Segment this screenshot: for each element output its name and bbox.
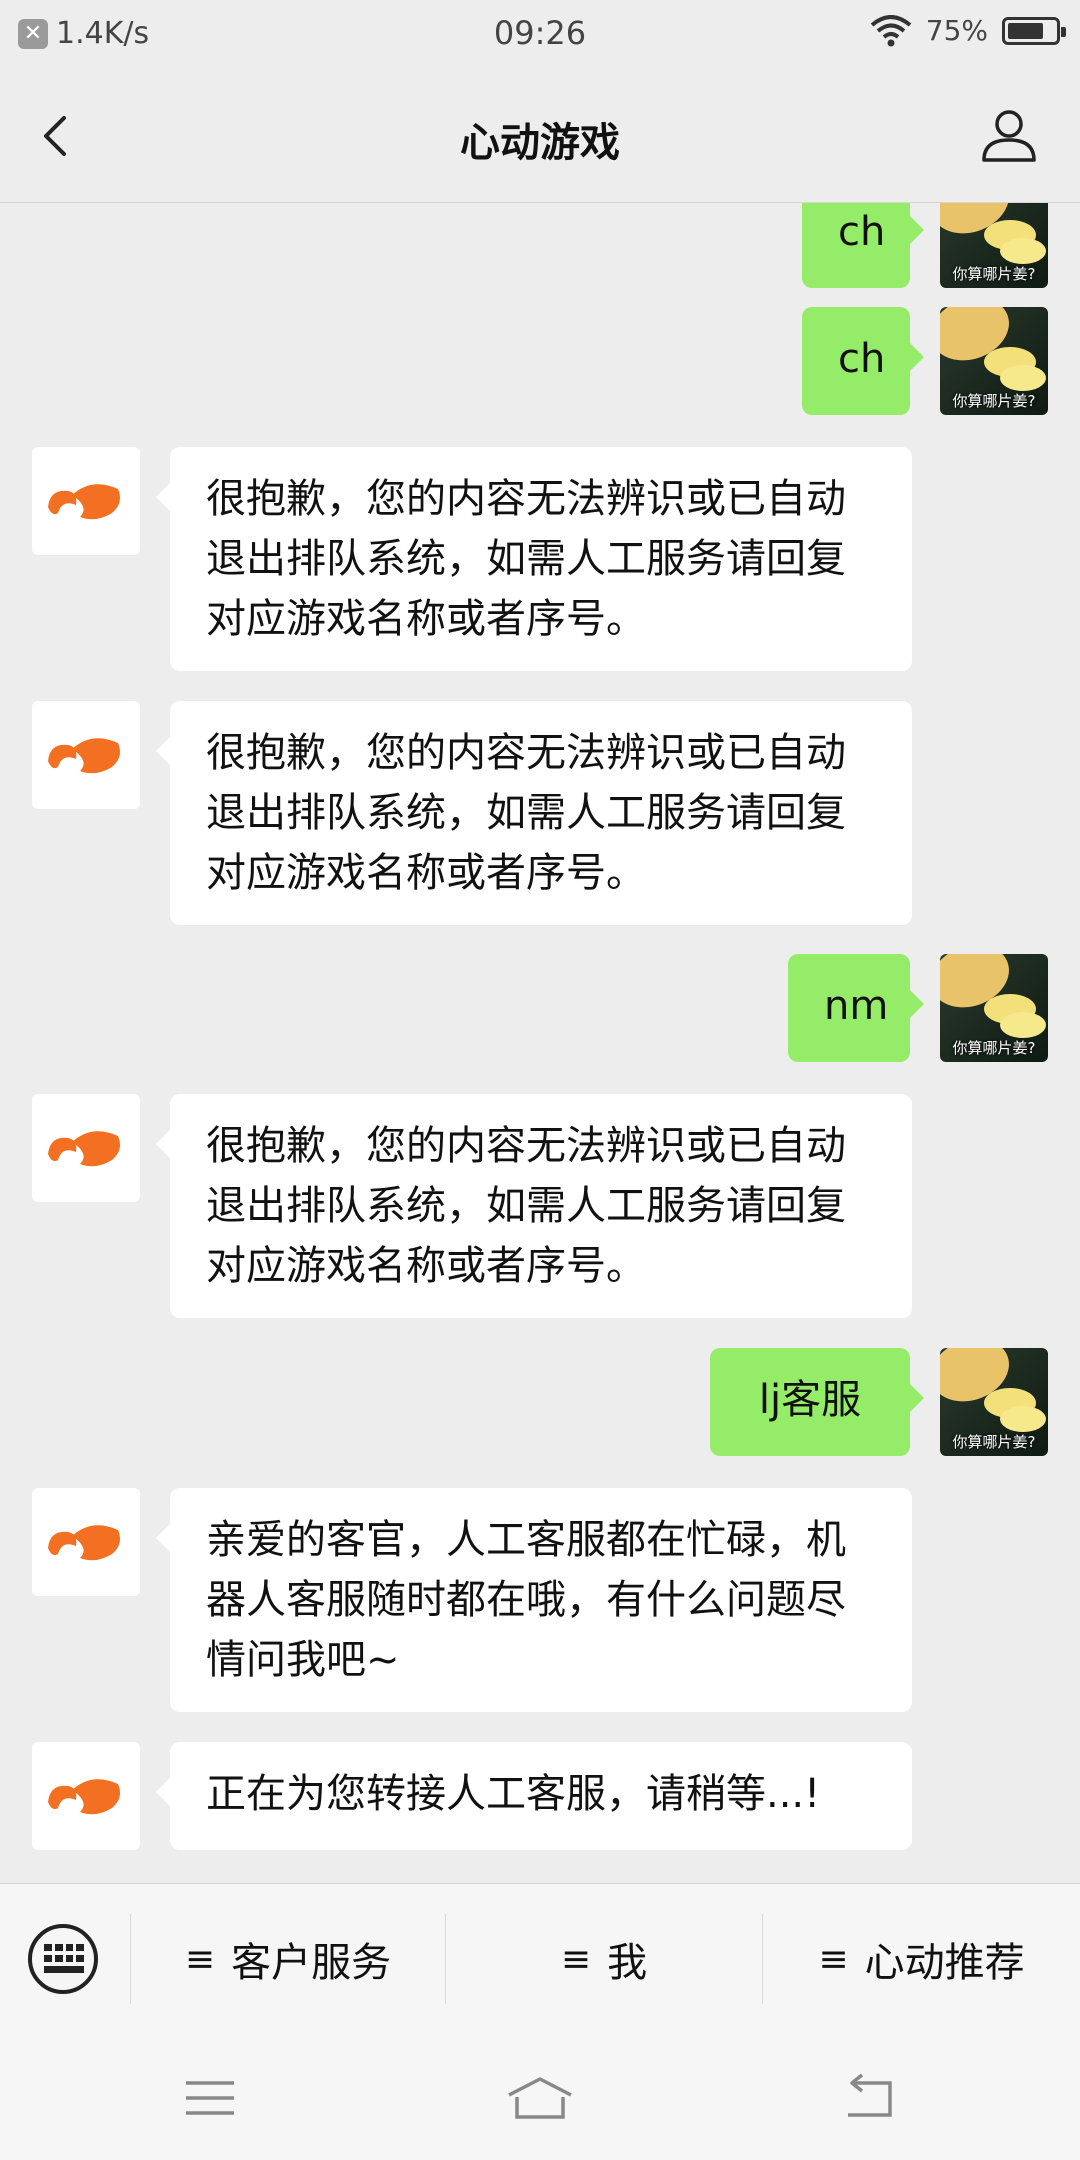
battery-icon	[1002, 16, 1066, 45]
status-right: 75%	[870, 14, 1066, 47]
message-bubble[interactable]: 很抱歉，您的内容无法辨识或已自动退出排队系统，如需人工服务请回复对应游戏名称或者…	[156, 447, 912, 671]
back-icon[interactable]	[840, 2073, 900, 2123]
chat-message: 很抱歉，您的内容无法辨识或已自动退出排队系统，如需人工服务请回复对应游戏名称或者…	[0, 701, 1080, 925]
bot-logo-icon	[48, 1779, 120, 1815]
keyboard-toggle-icon[interactable]	[28, 1924, 98, 1994]
user-avatar[interactable]: 你算哪片姜?	[940, 307, 1048, 415]
battery-fill	[1008, 22, 1043, 39]
profile-icon[interactable]	[978, 104, 1040, 166]
menu-list-icon: ≡	[184, 1938, 216, 1980]
chat-message: 正在为您转接人工客服，请稍等...!	[0, 1742, 1080, 1852]
wifi-icon	[870, 14, 912, 46]
avatar-caption: 你算哪片姜?	[952, 265, 1036, 283]
bot-avatar[interactable]	[32, 1094, 140, 1202]
chat-message: 很抱歉，您的内容无法辨识或已自动退出排队系统，如需人工服务请回复对应游戏名称或者…	[0, 447, 1080, 671]
chat-message: 你算哪片姜? ch	[0, 203, 1080, 300]
battery-percent: 75%	[925, 14, 988, 47]
message-bubble[interactable]: ch	[802, 307, 924, 415]
user-avatar[interactable]: 你算哪片姜?	[940, 1348, 1048, 1456]
bot-avatar[interactable]	[32, 1742, 140, 1850]
chat-message: 你算哪片姜? nm	[0, 954, 1080, 1074]
message-bubble[interactable]: ch	[802, 203, 924, 288]
system-nav-bar	[0, 2033, 1080, 2160]
message-bubble[interactable]: 很抱歉，您的内容无法辨识或已自动退出排队系统，如需人工服务请回复对应游戏名称或者…	[156, 1094, 912, 1318]
avatar-caption: 你算哪片姜?	[952, 1039, 1036, 1057]
message-bubble[interactable]: nm	[788, 954, 924, 1062]
message-bubble[interactable]: lj客服	[710, 1348, 924, 1456]
avatar-caption: 你算哪片姜?	[952, 1433, 1036, 1451]
menu-label: 客户服务	[231, 1940, 392, 1986]
chat-message: 你算哪片姜? lj客服	[0, 1348, 1080, 1468]
message-bubble[interactable]: 亲爱的客官，人工客服都在忙碌，机器人客服随时都在哦，有什么问题尽情问我吧~	[156, 1488, 912, 1712]
chat-title: 心动游戏	[460, 120, 620, 166]
bot-avatar[interactable]	[32, 701, 140, 809]
chat-message: 你算哪片姜? ch	[0, 307, 1080, 427]
menu-me[interactable]: ≡ 我	[446, 1924, 762, 1994]
status-bar: ✕ 1.4K/s 09:26 75%	[0, 0, 1080, 70]
chat-area[interactable]: 你算哪片姜? ch 你算哪片姜? ch 很抱歉，您的内容无法辨识或已自动退出排队…	[0, 203, 1080, 1883]
message-bubble[interactable]: 很抱歉，您的内容无法辨识或已自动退出排队系统，如需人工服务请回复对应游戏名称或者…	[156, 701, 912, 925]
avatar-caption: 你算哪片姜?	[952, 392, 1036, 410]
bot-avatar[interactable]	[32, 1488, 140, 1596]
user-avatar[interactable]: 你算哪片姜?	[940, 203, 1048, 288]
home-icon[interactable]	[505, 2073, 575, 2123]
menu-list-icon: ≡	[818, 1938, 849, 1980]
user-avatar[interactable]: 你算哪片姜?	[940, 954, 1048, 1062]
menu-list-icon: ≡	[560, 1938, 592, 1980]
service-menu-bar: ≡ 客户服务 ≡ 我 ≡ 心动推荐	[0, 1883, 1080, 2034]
menu-recommend[interactable]: ≡ 心动推荐	[763, 1924, 1080, 1994]
menu-label: 心动推荐	[864, 1940, 1025, 1986]
chat-header: 心动游戏	[0, 70, 1080, 203]
bot-logo-icon	[48, 1525, 120, 1561]
menu-icon[interactable]	[180, 2073, 240, 2123]
chat-message: 亲爱的客官，人工客服都在忙碌，机器人客服随时都在哦，有什么问题尽情问我吧~	[0, 1488, 1080, 1712]
menu-customer-service[interactable]: ≡ 客户服务	[131, 1924, 445, 1994]
bot-logo-icon	[48, 484, 120, 520]
menu-label: 我	[607, 1940, 648, 1986]
message-bubble[interactable]: 正在为您转接人工客服，请稍等...!	[156, 1742, 912, 1850]
bot-logo-icon	[48, 1131, 120, 1167]
chat-message: 很抱歉，您的内容无法辨识或已自动退出排队系统，如需人工服务请回复对应游戏名称或者…	[0, 1094, 1080, 1318]
bot-avatar[interactable]	[32, 447, 140, 555]
bot-logo-icon	[48, 738, 120, 774]
